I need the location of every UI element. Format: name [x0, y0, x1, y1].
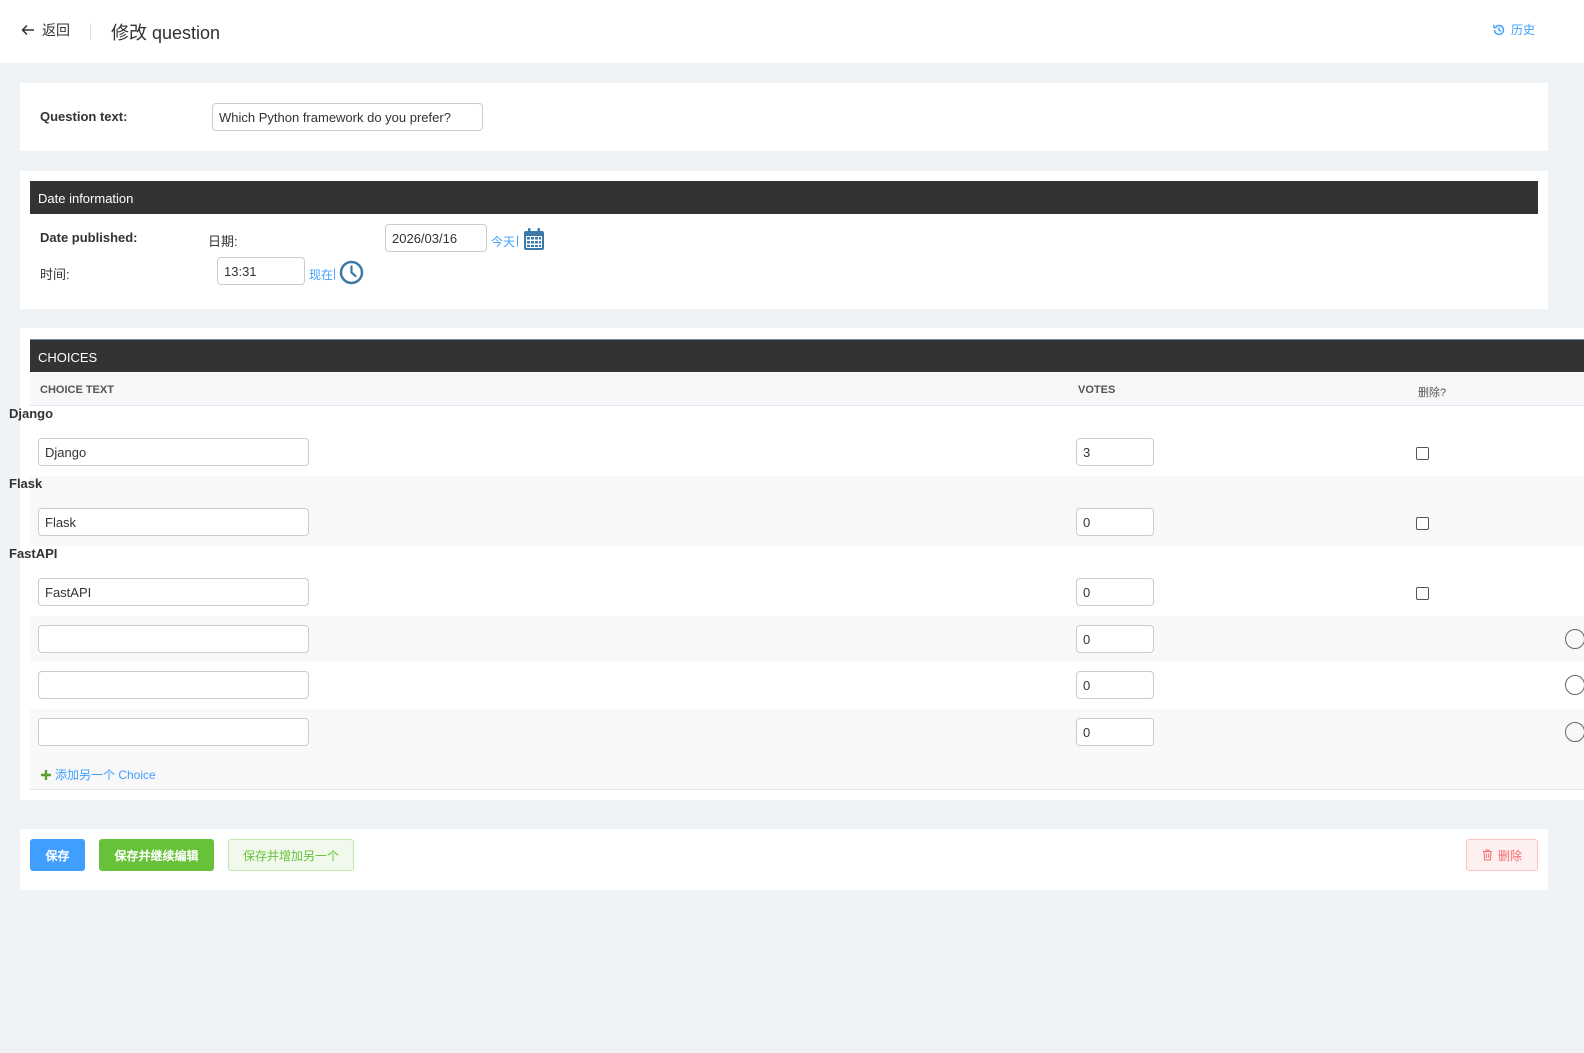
choice-row-label: Django — [9, 406, 54, 421]
page-title: 修改 question — [111, 23, 221, 43]
delete-checkbox[interactable] — [1416, 517, 1429, 530]
date-published-label: Date published: — [40, 230, 138, 245]
choice-text-input[interactable] — [38, 671, 309, 699]
save-continue-label: 保存并继续编辑 — [114, 848, 199, 863]
history-button[interactable]: 历史 — [1492, 21, 1535, 38]
save-button[interactable]: 保存 — [30, 839, 85, 871]
choices-column-header — [30, 373, 1584, 406]
votes-input[interactable] — [1076, 625, 1154, 653]
choice-text-input[interactable] — [38, 438, 309, 466]
remove-row-icon[interactable] — [1565, 629, 1584, 649]
date-label: 日期: — [208, 234, 238, 249]
add-another-choice-label: 添加另一个 Choice — [55, 768, 156, 782]
date-info-card: Date information Date published: 日期: 今天 … — [20, 171, 1548, 309]
time-input[interactable] — [217, 257, 305, 285]
choice-row-label: FastAPI — [9, 546, 58, 561]
top-bar: 返回 修改 question 历史 — [0, 0, 1584, 63]
date-input[interactable] — [385, 224, 487, 252]
history-icon — [1493, 24, 1505, 35]
choice-row-label: Flask — [9, 476, 43, 491]
header-divider — [90, 23, 91, 40]
question-card: Question text: — [20, 83, 1548, 151]
trash-icon — [1482, 849, 1492, 861]
clock-button[interactable] — [339, 260, 364, 290]
back-label: 返回 — [42, 22, 70, 38]
today-separator: | — [516, 233, 520, 247]
votes-input[interactable] — [1076, 508, 1154, 536]
votes-input[interactable] — [1076, 718, 1154, 746]
now-separator: | — [333, 266, 337, 280]
delete-checkbox[interactable] — [1416, 587, 1429, 600]
now-link[interactable]: 现在 — [309, 266, 333, 283]
plus-icon — [41, 769, 51, 780]
votes-input[interactable] — [1076, 671, 1154, 699]
add-row — [30, 755, 1584, 790]
calendar-button[interactable] — [523, 227, 545, 256]
choice-text-input[interactable] — [38, 625, 309, 653]
choices-header: CHOICES — [30, 339, 1584, 372]
history-label: 历史 — [1511, 23, 1536, 37]
back-button[interactable]: 返回 — [20, 20, 70, 40]
date-info-title: Date information — [38, 191, 134, 206]
choice-text-input[interactable] — [38, 718, 309, 746]
delete-label: 删除 — [1497, 848, 1522, 863]
add-another-choice-link[interactable]: 添加另一个 Choice — [40, 766, 156, 783]
delete-button[interactable]: 删除 — [1466, 839, 1538, 871]
delete-checkbox[interactable] — [1416, 447, 1429, 460]
action-bar: 保存 保存并继续编辑 保存并增加另一个 删除 — [20, 829, 1548, 890]
choice-text-column-header: CHOICE TEXT — [40, 384, 114, 396]
clock-icon — [339, 260, 364, 285]
arrow-left-icon — [21, 24, 34, 36]
delete-column-header: 删除? — [1418, 387, 1447, 399]
save-continue-button[interactable]: 保存并继续编辑 — [99, 839, 214, 871]
remove-row-icon[interactable] — [1565, 675, 1584, 695]
votes-input[interactable] — [1076, 578, 1154, 606]
question-text-input[interactable] — [212, 103, 483, 131]
date-info-header: Date information — [30, 181, 1538, 214]
calendar-icon — [524, 228, 544, 250]
votes-input[interactable] — [1076, 438, 1154, 466]
choice-text-input[interactable] — [38, 578, 309, 606]
time-label: 时间: — [40, 267, 70, 282]
choices-title: CHOICES — [38, 350, 98, 365]
save-add-another-button[interactable]: 保存并增加另一个 — [228, 839, 354, 871]
remove-row-icon[interactable] — [1565, 722, 1584, 742]
votes-column-header: VOTES — [1078, 384, 1116, 396]
today-link[interactable]: 今天 — [491, 233, 515, 250]
question-text-label: Question text: — [40, 109, 128, 124]
save-label: 保存 — [45, 848, 70, 863]
save-add-another-label: 保存并增加另一个 — [242, 848, 339, 863]
choice-text-input[interactable] — [38, 508, 309, 536]
